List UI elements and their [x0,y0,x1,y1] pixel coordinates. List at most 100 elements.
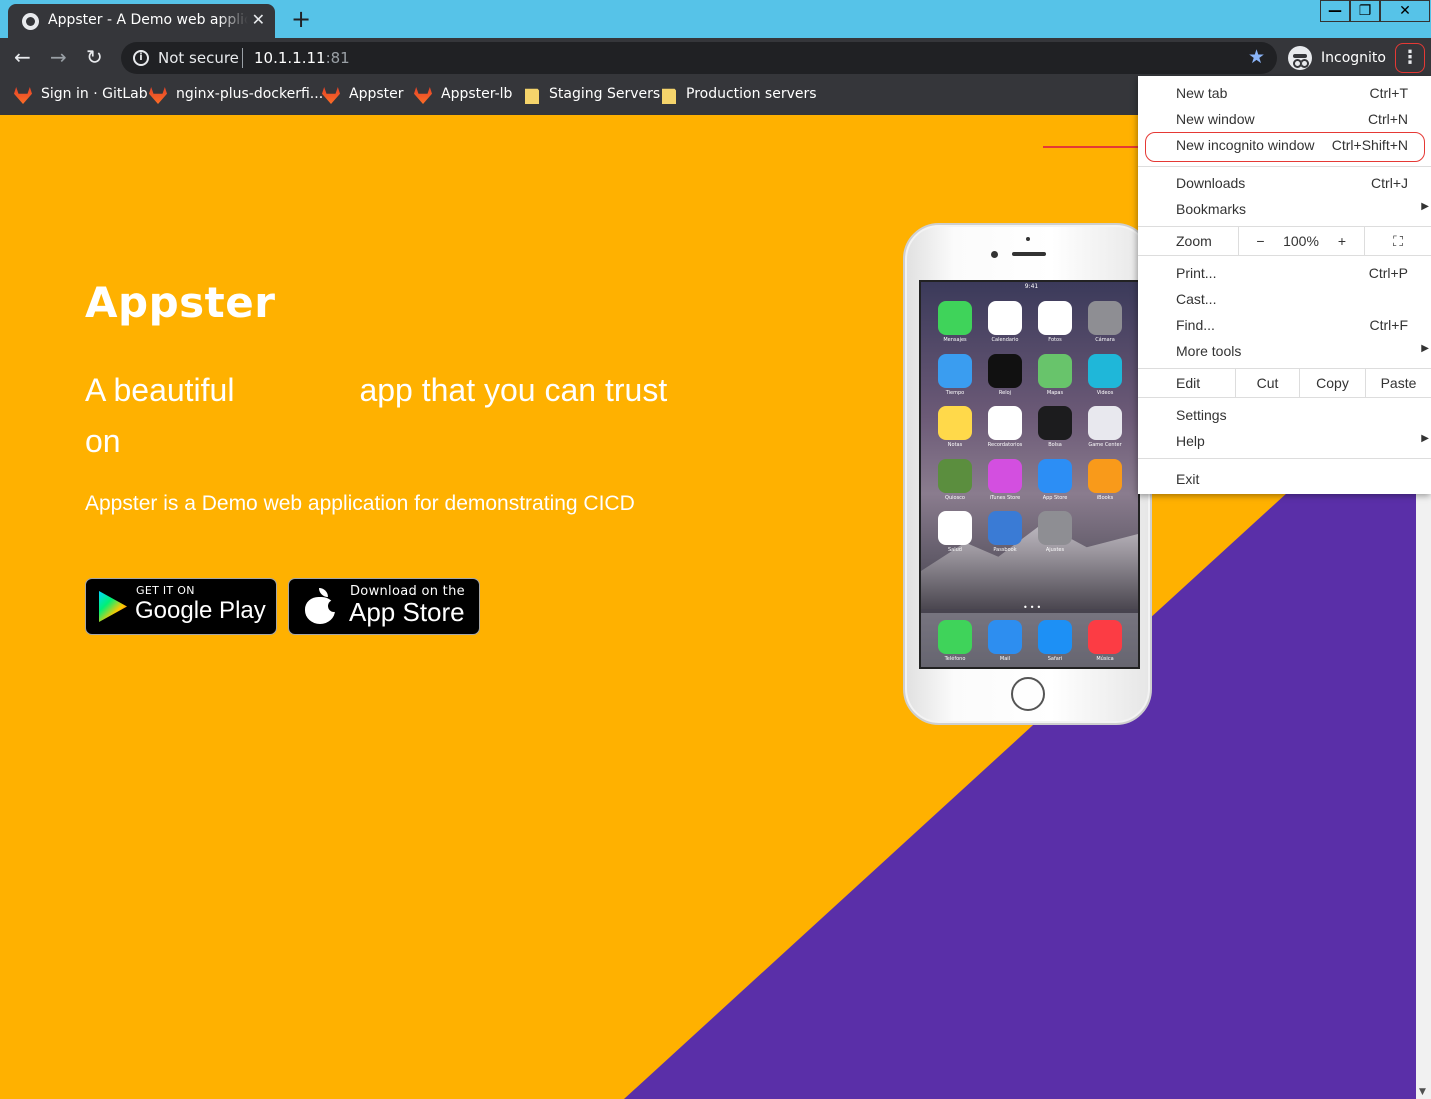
menu-shortcut: Ctrl+J [1371,175,1408,191]
app-icon [988,458,1022,493]
app-icon [988,353,1022,388]
app-label: Recordatorios [987,442,1023,448]
apple-icon [305,588,340,624]
address-divider [242,48,243,68]
fullscreen-icon[interactable]: ⛶ [1364,227,1431,255]
minimize-button[interactable]: — [1320,0,1350,22]
app-icon [988,406,1022,440]
menu-shortcut: Ctrl+F [1369,317,1409,333]
phone-status-bar: 9:41 [1024,283,1039,290]
app-icon [938,406,972,440]
folder-icon [525,88,539,104]
app-icon [1088,353,1122,388]
app-label: Bolsa [1048,442,1062,448]
tab-close-icon[interactable]: ✕ [252,10,265,29]
maximize-button[interactable]: ❐ [1350,0,1380,22]
google-play-button[interactable]: GET IT ON Google Play [85,578,277,635]
menu-label: Exit [1176,471,1200,487]
app-store-label: App Store [349,597,465,627]
info-icon[interactable]: i [133,50,149,66]
tab-title: Appster - A Demo web application [48,12,248,28]
menu-edit-row: Edit Cut Copy Paste [1138,369,1431,397]
dock-app-label: Mail [999,656,1011,662]
phone-speaker [1012,252,1046,256]
dock-app-icon [988,620,1022,654]
gitlab-icon [14,87,32,104]
menu-divider [1138,458,1431,459]
app-label: Fotos [1048,337,1062,343]
tagline-part-2: app that you can trust [359,372,668,408]
reload-icon[interactable]: ↻ [86,46,103,68]
copy-button[interactable]: Copy [1299,369,1365,397]
bookmark-label: Staging Servers [549,86,661,102]
page-title: Appster [85,278,276,327]
url-host: 10.1.1.11 [254,49,326,67]
annotation-arrow [1043,142,1149,152]
security-status[interactable]: Not secure [158,49,239,67]
menu-label: Cast... [1176,291,1217,307]
phone-sensor [1026,237,1030,241]
menu-label: Print... [1176,265,1217,281]
app-icon [938,301,972,335]
menu-item-downloads[interactable]: Downloads Ctrl+J [1138,171,1431,195]
app-label: Ajustes [1045,547,1065,553]
menu-divider [1138,397,1431,398]
cut-button[interactable]: Cut [1235,369,1299,397]
paste-button[interactable]: Paste [1365,369,1431,397]
address-bar[interactable]: i Not secure 10.1.1.11:81 ★ [121,42,1277,74]
dock-app-label: Safari [1047,656,1063,662]
bookmark-label: Appster [349,86,404,102]
app-label: Game Center [1088,442,1122,448]
menu-shortcut: Ctrl+P [1368,265,1408,281]
chrome-menu-button[interactable]: ⋮ [1395,43,1425,73]
bookmark-star-icon[interactable]: ★ [1248,46,1265,68]
app-label: Tiempo [945,389,965,396]
phone-screen: 9:41 Mensajes Calendario Fotos Cámara Tiempo… [919,280,1140,669]
app-icon [1038,511,1072,545]
menu-item-find[interactable]: Find... Ctrl+F [1138,313,1431,337]
app-icon [1038,353,1072,388]
menu-item-more-tools[interactable]: More tools ▶ [1138,339,1431,363]
menu-item-exit[interactable]: Exit [1138,467,1431,491]
zoom-level: 100% [1283,233,1319,249]
app-store-button[interactable]: Download on the App Store [288,578,480,635]
scroll-down-arrow-icon[interactable]: ▼ [1419,1087,1426,1097]
globe-icon [22,13,39,30]
menu-zoom-row: Zoom − 100% + ⛶ [1138,227,1431,255]
tagline-part-1: A beautiful [85,372,235,408]
app-icon [1088,301,1122,335]
zoom-label: Zoom [1176,233,1212,249]
menu-item-bookmarks[interactable]: Bookmarks ▶ [1138,197,1431,221]
dock-app-label: Música [1096,656,1114,662]
menu-item-new-window[interactable]: New window Ctrl+N [1138,107,1431,131]
app-icon [988,301,1022,335]
url-text[interactable]: 10.1.1.11:81 [254,49,350,67]
close-window-button[interactable]: ✕ [1380,0,1430,22]
menu-item-cast[interactable]: Cast... [1138,287,1431,311]
incognito-icon [1288,46,1312,70]
url-port: :81 [325,49,350,67]
phone-camera [991,251,998,258]
new-tab-button[interactable]: + [291,5,311,33]
zoom-out-button[interactable]: − [1238,227,1282,255]
app-icon [938,458,972,493]
app-icon [1088,406,1122,440]
zoom-in-button[interactable]: + [1320,227,1364,255]
browser-tab[interactable]: Appster - A Demo web application ✕ [8,4,275,38]
phone-mockup: 9:41 Mensajes Calendario Fotos Cámara Tiempo… [903,223,1152,725]
bookmark-label: Appster-lb [441,86,513,102]
menu-label: New window [1176,111,1255,127]
back-arrow-icon[interactable]: ← [14,46,31,68]
dock-app-icon [938,620,972,654]
hero-tagline: A beautiful app that you can trust on [85,365,725,467]
menu-item-help[interactable]: Help ▶ [1138,429,1431,453]
folder-icon [662,88,676,104]
menu-item-new-tab[interactable]: New tab Ctrl+T [1138,81,1431,105]
bookmark-label: Sign in · GitLab [41,86,148,102]
menu-item-settings[interactable]: Settings [1138,403,1431,427]
tagline-part-3: on [85,423,121,459]
menu-item-print[interactable]: Print... Ctrl+P [1138,261,1431,285]
app-label: Passbook [993,547,1017,553]
gitlab-icon [322,87,340,104]
forward-arrow-icon[interactable]: → [50,46,67,68]
